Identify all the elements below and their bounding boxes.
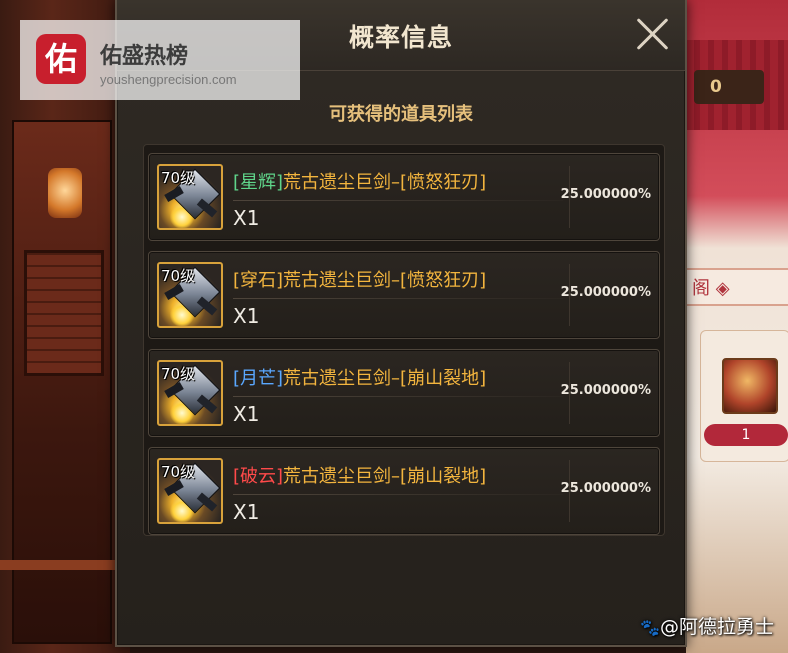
item-level-label: 70级 (161, 169, 196, 187)
author-name: @阿德拉勇士 (659, 616, 774, 638)
item-divider (233, 396, 563, 397)
item-title: 荒古遗尘巨剑–[愤怒狂刃] (283, 172, 487, 193)
item-title: 荒古遗尘巨剑–[崩山裂地] (283, 368, 487, 389)
paw-icon: 🐾 (640, 618, 660, 637)
watermark-logo: 佑 (36, 34, 86, 84)
item-divider (233, 494, 563, 495)
background-window (24, 250, 104, 376)
item-name: [月芒]荒古遗尘巨剑–[崩山裂地] (233, 364, 486, 390)
item-level-label: 70级 (161, 463, 196, 481)
item-name: [破云]荒古遗尘巨剑–[崩山裂地] (233, 462, 486, 488)
lantern-icon (48, 168, 82, 218)
item-probability: 25.000000% (560, 481, 651, 496)
item-list-subtitle: 可获得的道具列表 (329, 104, 473, 125)
item-tag: [月芒] (233, 368, 284, 389)
item-quantity: X1 (233, 402, 260, 426)
background-banner-value: 0 (694, 70, 764, 104)
watermark-badge: 佑 佑盛热榜 youshengprecision.com (20, 20, 300, 100)
item-tag: [破云] (233, 466, 284, 487)
greatsword-icon: 70级 (157, 262, 223, 328)
item-quantity: X1 (233, 304, 260, 328)
greatsword-icon: 70级 (157, 164, 223, 230)
item-list: 70级 [星辉]荒古遗尘巨剑–[愤怒狂刃] X1 25.000000% 70级 … (143, 144, 665, 536)
list-item[interactable]: 70级 [破云]荒古遗尘巨剑–[崩山裂地] X1 25.000000% (148, 447, 660, 535)
item-probability: 25.000000% (560, 187, 651, 202)
item-level-label: 70级 (161, 267, 196, 285)
item-level-label: 70级 (161, 365, 196, 383)
item-title: 荒古遗尘巨剑–[崩山裂地] (283, 466, 487, 487)
close-icon[interactable] (635, 16, 671, 52)
greatsword-icon: 70级 (157, 458, 223, 524)
item-tag: [星辉] (233, 172, 284, 193)
jar-item-icon[interactable] (722, 358, 778, 414)
item-name: [穿石]荒古遗尘巨剑–[愤怒狂刃] (233, 266, 486, 292)
item-name: [星辉]荒古遗尘巨剑–[愤怒狂刃] (233, 168, 486, 194)
item-divider (233, 298, 563, 299)
background-item-count: 1 (704, 424, 788, 446)
item-quantity: X1 (233, 206, 260, 230)
background-tab[interactable]: 阁 ◈ (686, 268, 788, 306)
item-tag: [穿石] (233, 270, 284, 291)
item-probability: 25.000000% (560, 383, 651, 398)
item-quantity: X1 (233, 500, 260, 524)
list-item[interactable]: 70级 [星辉]荒古遗尘巨剑–[愤怒狂刃] X1 25.000000% (148, 153, 660, 241)
item-title: 荒古遗尘巨剑–[愤怒狂刃] (283, 270, 487, 291)
background-right-panel: 0 阁 ◈ 1 (686, 0, 788, 653)
list-item[interactable]: 70级 [月芒]荒古遗尘巨剑–[崩山裂地] X1 25.000000% (148, 349, 660, 437)
watermark-title: 佑盛热榜 (100, 44, 189, 69)
author-watermark: 🐾@阿德拉勇士 (640, 612, 774, 639)
greatsword-icon: 70级 (157, 360, 223, 426)
watermark-url: youshengprecision.com (100, 72, 237, 87)
background-rail (0, 560, 130, 570)
item-divider (233, 200, 563, 201)
item-probability: 25.000000% (560, 285, 651, 300)
list-item[interactable]: 70级 [穿石]荒古遗尘巨剑–[愤怒狂刃] X1 25.000000% (148, 251, 660, 339)
